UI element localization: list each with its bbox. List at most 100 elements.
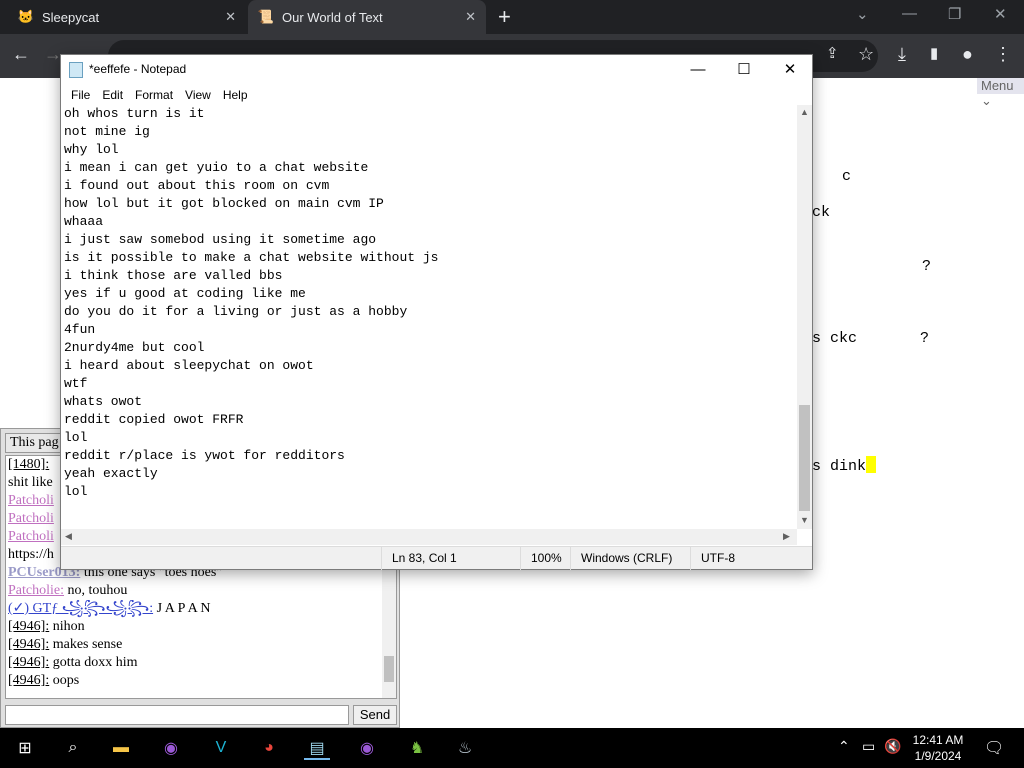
close-button[interactable]: ✕: [767, 57, 813, 83]
menu-view[interactable]: View: [179, 88, 217, 102]
canvas-text-line: s dink: [812, 456, 877, 475]
text-line: reddit copied owot FRFR: [64, 412, 244, 427]
tab-search-icon[interactable]: ⌄: [856, 5, 869, 23]
vim-icon[interactable]: V: [208, 736, 234, 760]
close-icon[interactable]: ✕: [465, 9, 476, 25]
more-menu-icon[interactable]: ⋮: [994, 44, 1012, 65]
tor-icon-2[interactable]: ◉: [354, 736, 380, 760]
chat-nick[interactable]: [4946]:: [8, 619, 49, 634]
text-line: i think those are valled bbs: [64, 268, 283, 283]
volume-muted-icon[interactable]: 🔇: [884, 738, 901, 768]
chat-text: makes sense: [49, 637, 123, 652]
minimize-button[interactable]: —: [675, 57, 721, 83]
notepad-text-area[interactable]: oh whos turn is it not mine ig why lol i me…: [61, 105, 797, 529]
scroll-left-icon[interactable]: ◀: [65, 531, 72, 542]
zoom-level: 100%: [520, 547, 570, 570]
chrome-icon[interactable]: ◕: [256, 736, 282, 760]
search-icon[interactable]: ⌕: [60, 736, 86, 760]
notepad-titlebar[interactable]: *eeffefe - Notepad — ☐ ✕: [61, 55, 812, 85]
chat-nick[interactable]: [4946]:: [8, 655, 49, 670]
text-line: wtf: [64, 376, 88, 391]
text-line: not mine ig: [64, 124, 150, 139]
active-indicator: [304, 758, 330, 760]
chat-input[interactable]: [5, 705, 349, 725]
canvas-text: ?: [922, 258, 932, 275]
bookmark-star-icon[interactable]: ☆: [858, 44, 874, 65]
system-clock[interactable]: 12:41 AM 1/9/2024: [912, 732, 964, 764]
chat-nick[interactable]: Patcholi: [8, 493, 54, 508]
chat-nick[interactable]: Patcholie:: [8, 583, 64, 598]
text-line: do you do it for a living or just as a h…: [64, 304, 408, 319]
chat-message: [4946]: oops: [6, 672, 396, 690]
sidepanel-icon[interactable]: ▮: [930, 44, 938, 62]
canvas-text: ck: [812, 204, 831, 221]
vertical-scrollbar[interactable]: ▲ ▼: [797, 105, 812, 529]
menu-file[interactable]: File: [65, 88, 96, 102]
notepad-icon: [69, 62, 83, 78]
chat-nick[interactable]: [4946]:: [8, 637, 49, 652]
tor-icon[interactable]: ◉: [158, 736, 184, 760]
tab-sleepycat[interactable]: 🐱 Sleepycat ✕: [8, 0, 246, 34]
chat-text: shit like: [8, 475, 53, 490]
menu-help[interactable]: Help: [217, 88, 254, 102]
canvas-text: s ckc ?: [812, 330, 930, 347]
chevron-up-icon[interactable]: ⌃: [838, 738, 850, 768]
text-cursor: [866, 456, 877, 473]
chat-tab-page[interactable]: This pag: [5, 433, 64, 453]
text-line: 4fun: [64, 322, 96, 337]
window-title: *eeffefe - Notepad: [89, 62, 187, 76]
canvas-text: c: [842, 168, 852, 185]
clock-date: 1/9/2024: [914, 749, 962, 763]
start-icon[interactable]: ⊞: [12, 736, 38, 760]
chat-nick[interactable]: Patcholi: [8, 511, 54, 526]
share-icon[interactable]: ⇪: [826, 44, 839, 62]
scroll-right-icon[interactable]: ▶: [783, 531, 790, 542]
close-window-button[interactable]: ✕: [994, 5, 1007, 23]
notepad-window: *eeffefe - Notepad — ☐ ✕ File Edit Forma…: [60, 54, 813, 570]
chat-nick[interactable]: Patcholi: [8, 529, 54, 544]
chat-nick[interactable]: [1480]:: [8, 457, 49, 472]
new-tab-button[interactable]: +: [498, 4, 511, 30]
scroll-down-icon[interactable]: ▼: [800, 515, 809, 525]
horizontal-scrollbar[interactable]: ◀ ▶: [61, 529, 797, 545]
tab-title: Our World of Text: [282, 9, 383, 25]
scroll-thumb[interactable]: [799, 405, 810, 511]
text-line: lol: [64, 430, 88, 445]
tab-owot[interactable]: 📜 Our World of Text ✕: [248, 0, 486, 34]
notepad-taskbar-icon[interactable]: ▤: [304, 736, 330, 760]
text-line: yes if u good at coding like me: [64, 286, 306, 301]
chat-nick[interactable]: [4946]:: [8, 673, 49, 688]
steam-icon[interactable]: ♨: [452, 736, 478, 760]
text-line: whaaa: [64, 214, 104, 229]
chat-text: https://h: [8, 547, 54, 562]
maximize-button[interactable]: ☐: [721, 57, 767, 83]
file-explorer-icon[interactable]: ▬: [108, 736, 134, 760]
text-line: is it possible to make a chat website wi…: [64, 250, 439, 265]
chat-text: no, touhou: [64, 583, 128, 598]
chat-scroll-thumb[interactable]: [384, 656, 394, 682]
download-icon[interactable]: ⤓: [898, 44, 906, 65]
taskbar: ⊞ ⌕ ▬ ◉ V ◕ ▤ ◉ ♞ ♨ ⌃ ▭ 🔇 12:41 AM 1/9/2…: [0, 728, 1024, 768]
minimize-button[interactable]: —: [902, 5, 917, 22]
chat-text: oops: [49, 673, 80, 688]
close-icon[interactable]: ✕: [225, 9, 236, 25]
encoding: UTF-8: [690, 547, 810, 570]
chat-message: Patcholie: no, touhou: [6, 582, 396, 600]
browser-tab-bar: 🐱 Sleepycat ✕ 📜 Our World of Text ✕ + ⌄ …: [0, 0, 1024, 34]
notification-icon[interactable]: 🗨: [984, 738, 1004, 768]
back-icon[interactable]: ←: [12, 44, 30, 65]
owot-menu-button[interactable]: Menu ⌄: [977, 78, 1024, 108]
menu-format[interactable]: Format: [129, 88, 179, 102]
text-line: i heard about sleepychat on owot: [64, 358, 314, 373]
scroll-up-icon[interactable]: ▲: [800, 107, 809, 117]
text-line: lol: [64, 484, 88, 499]
profile-icon[interactable]: ●: [962, 44, 973, 65]
cursor-position: Ln 83, Col 1: [381, 547, 520, 570]
chat-nick[interactable]: (✓) GTƒ ꧁꧂꧁꧂:: [8, 601, 153, 616]
menu-edit[interactable]: Edit: [96, 88, 129, 102]
send-button[interactable]: Send: [353, 705, 397, 725]
restore-button[interactable]: ❐: [948, 5, 961, 23]
network-icon[interactable]: ▭: [862, 738, 875, 768]
game-icon[interactable]: ♞: [404, 736, 430, 760]
text-line: i just saw somebod using it sometime ago: [64, 232, 377, 247]
